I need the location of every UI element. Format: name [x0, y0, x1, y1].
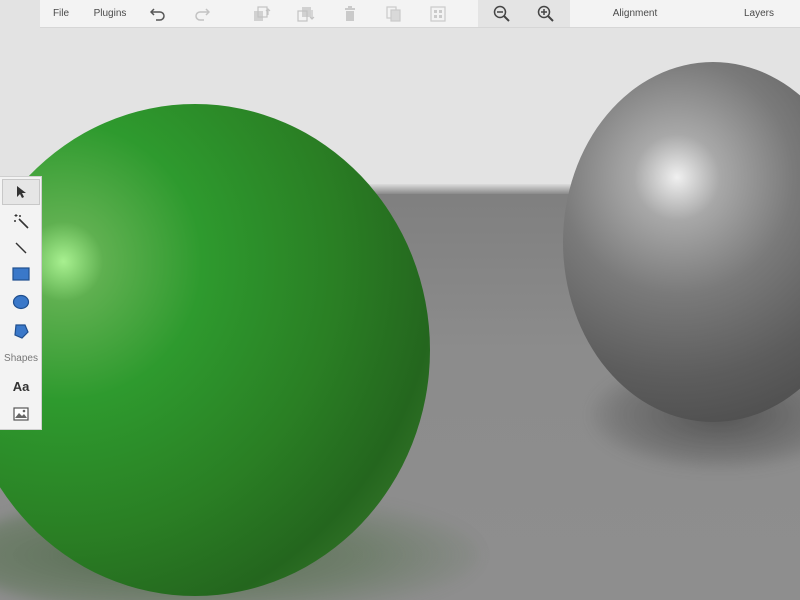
magic-wand-tool[interactable] — [2, 208, 40, 234]
alignment-menu[interactable]: Alignment — [600, 0, 670, 27]
group-icon — [430, 5, 446, 22]
text-tool[interactable]: Aa — [2, 373, 40, 399]
polygon-icon — [14, 324, 29, 339]
rectangle-tool[interactable] — [2, 261, 40, 287]
line-tool[interactable] — [2, 235, 40, 261]
zoom-in-button[interactable] — [530, 0, 562, 27]
delete-icon — [345, 5, 355, 21]
send-backward-icon — [297, 6, 315, 22]
redo-icon — [195, 7, 210, 21]
ellipse-tool[interactable] — [2, 289, 40, 315]
text-tool-label: Aa — [12, 378, 30, 394]
ellipse-icon — [12, 294, 30, 310]
redo-button[interactable] — [188, 0, 216, 27]
zoom-out-button[interactable] — [486, 0, 518, 27]
top-toolbar: File Plugins Alignment Layers — [40, 0, 800, 28]
delete-button[interactable] — [336, 0, 364, 27]
bring-forward-button[interactable] — [248, 0, 276, 27]
plugins-menu[interactable]: Plugins — [88, 0, 132, 27]
image-icon — [13, 407, 29, 421]
zoom-in-icon — [537, 5, 554, 22]
line-icon — [15, 242, 27, 254]
duplicate-icon — [386, 5, 401, 22]
image-tool[interactable] — [2, 401, 40, 427]
bring-forward-icon — [254, 5, 271, 21]
drawing-canvas[interactable] — [0, 0, 800, 600]
file-menu[interactable]: File — [42, 0, 80, 27]
zoom-out-icon — [493, 5, 510, 22]
layers-menu[interactable]: Layers — [736, 0, 782, 27]
select-tool[interactable] — [2, 179, 40, 205]
tool-palette: Shapes Aa — [0, 176, 42, 430]
send-backward-button[interactable] — [292, 0, 320, 27]
duplicate-button[interactable] — [380, 0, 408, 27]
polygon-tool[interactable] — [2, 318, 40, 344]
undo-icon — [150, 7, 165, 21]
pointer-arrow-icon — [17, 186, 26, 198]
zoom-group — [478, 0, 570, 27]
undo-button[interactable] — [144, 0, 172, 27]
rectangle-icon — [12, 267, 30, 281]
group-button[interactable] — [424, 0, 452, 27]
magic-wand-icon — [14, 214, 29, 229]
shapes-section-label: Shapes — [4, 353, 38, 364]
